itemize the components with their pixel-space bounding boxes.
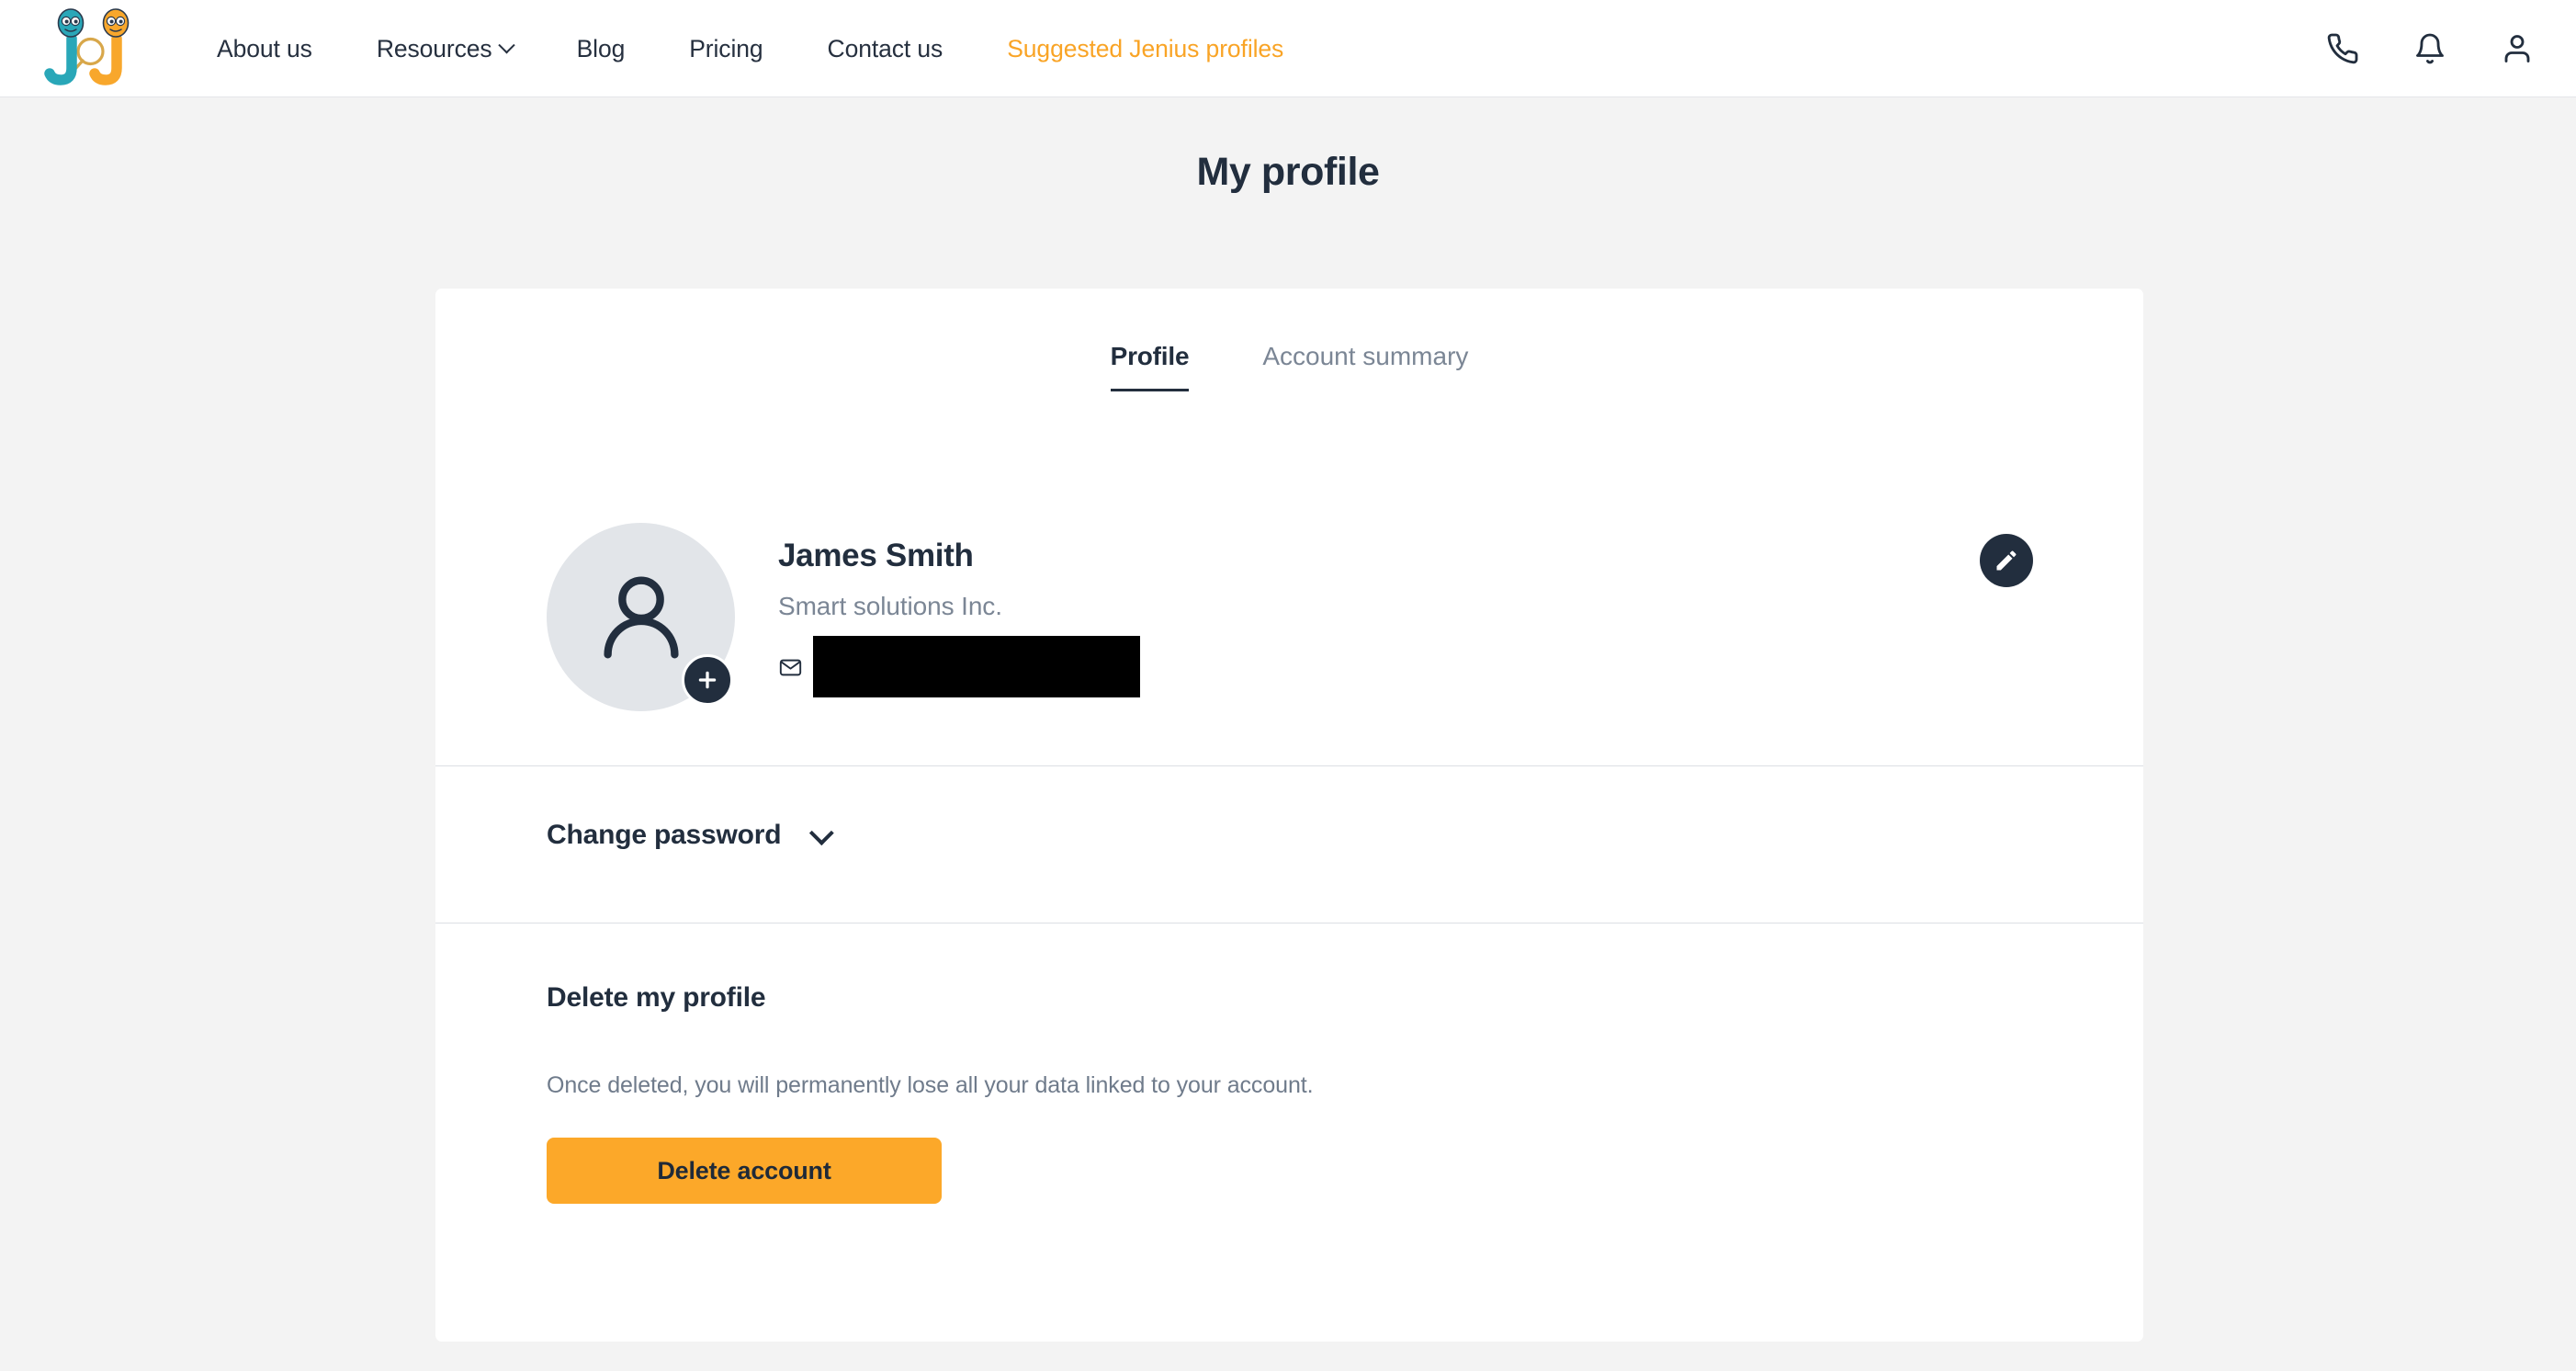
- delete-profile-description: Once deleted, you will permanently lose …: [547, 1072, 1314, 1098]
- avatar[interactable]: [547, 523, 735, 711]
- avatar-add-photo-button[interactable]: [682, 654, 733, 706]
- nav-link-resources[interactable]: Resources: [351, 35, 538, 63]
- change-password-title: Change password: [547, 820, 782, 850]
- nav-label: Suggested Jenius profiles: [1007, 34, 1284, 62]
- pencil-icon: [1996, 550, 2017, 571]
- user-icon[interactable]: [2499, 30, 2536, 67]
- nav-link-contact-us[interactable]: Contact us: [802, 35, 969, 63]
- nav-label: About us: [217, 34, 312, 62]
- nav-link-blog[interactable]: Blog: [551, 35, 651, 63]
- change-password-section[interactable]: Change password: [547, 820, 835, 851]
- edit-profile-button[interactable]: [1980, 534, 2033, 587]
- tab-account-summary[interactable]: Account summary: [1262, 342, 1468, 391]
- user-email-row: [778, 635, 1140, 697]
- phone-icon[interactable]: [2324, 30, 2361, 67]
- top-navbar: About us Resources Blog Pricing Contact …: [0, 0, 2576, 97]
- person-icon: [603, 576, 679, 658]
- tab-label: Profile: [1110, 342, 1190, 370]
- plus-icon: [698, 671, 717, 689]
- chevron-down-icon[interactable]: [809, 820, 835, 845]
- user-name: James Smith: [778, 538, 974, 573]
- delete-profile-section: Delete my profile Once deleted, you will…: [547, 982, 2017, 1204]
- user-email-redacted: [813, 635, 1140, 697]
- divider: [435, 765, 2143, 766]
- envelope-icon: [779, 659, 802, 675]
- tab-label: Account summary: [1262, 342, 1469, 370]
- nav-label: Resources: [376, 34, 492, 62]
- nav-link-about-us[interactable]: About us: [191, 35, 338, 63]
- nav-link-suggested-jenius-profiles[interactable]: Suggested Jenius profiles: [981, 35, 1309, 63]
- nav-label: Contact us: [827, 34, 943, 62]
- primary-nav: About us Resources Blog Pricing Contact …: [191, 0, 1309, 97]
- nav-icon-group: [2324, 0, 2536, 97]
- profile-header: James Smith Smart solutions Inc.: [435, 523, 2143, 757]
- nav-link-pricing[interactable]: Pricing: [663, 35, 788, 63]
- tab-bar: Profile Account summary: [435, 342, 2143, 391]
- tab-profile[interactable]: Profile: [1110, 342, 1190, 391]
- profile-card: Profile Account summary James Smith Smar…: [435, 289, 2143, 1342]
- brand-logo[interactable]: [44, 7, 140, 90]
- page-title: My profile: [1196, 150, 1380, 194]
- nav-label: Blog: [576, 34, 626, 62]
- nav-label: Pricing: [689, 34, 763, 62]
- bell-icon[interactable]: [2412, 30, 2448, 67]
- chevron-down-icon: [497, 36, 515, 53]
- user-company: Smart solutions Inc.: [778, 591, 1002, 620]
- delete-profile-title: Delete my profile: [547, 982, 766, 1013]
- jj-logo-icon: [44, 8, 130, 85]
- identity-block: James Smith Smart solutions Inc.: [778, 538, 1140, 697]
- delete-account-button[interactable]: Delete account: [547, 1138, 942, 1204]
